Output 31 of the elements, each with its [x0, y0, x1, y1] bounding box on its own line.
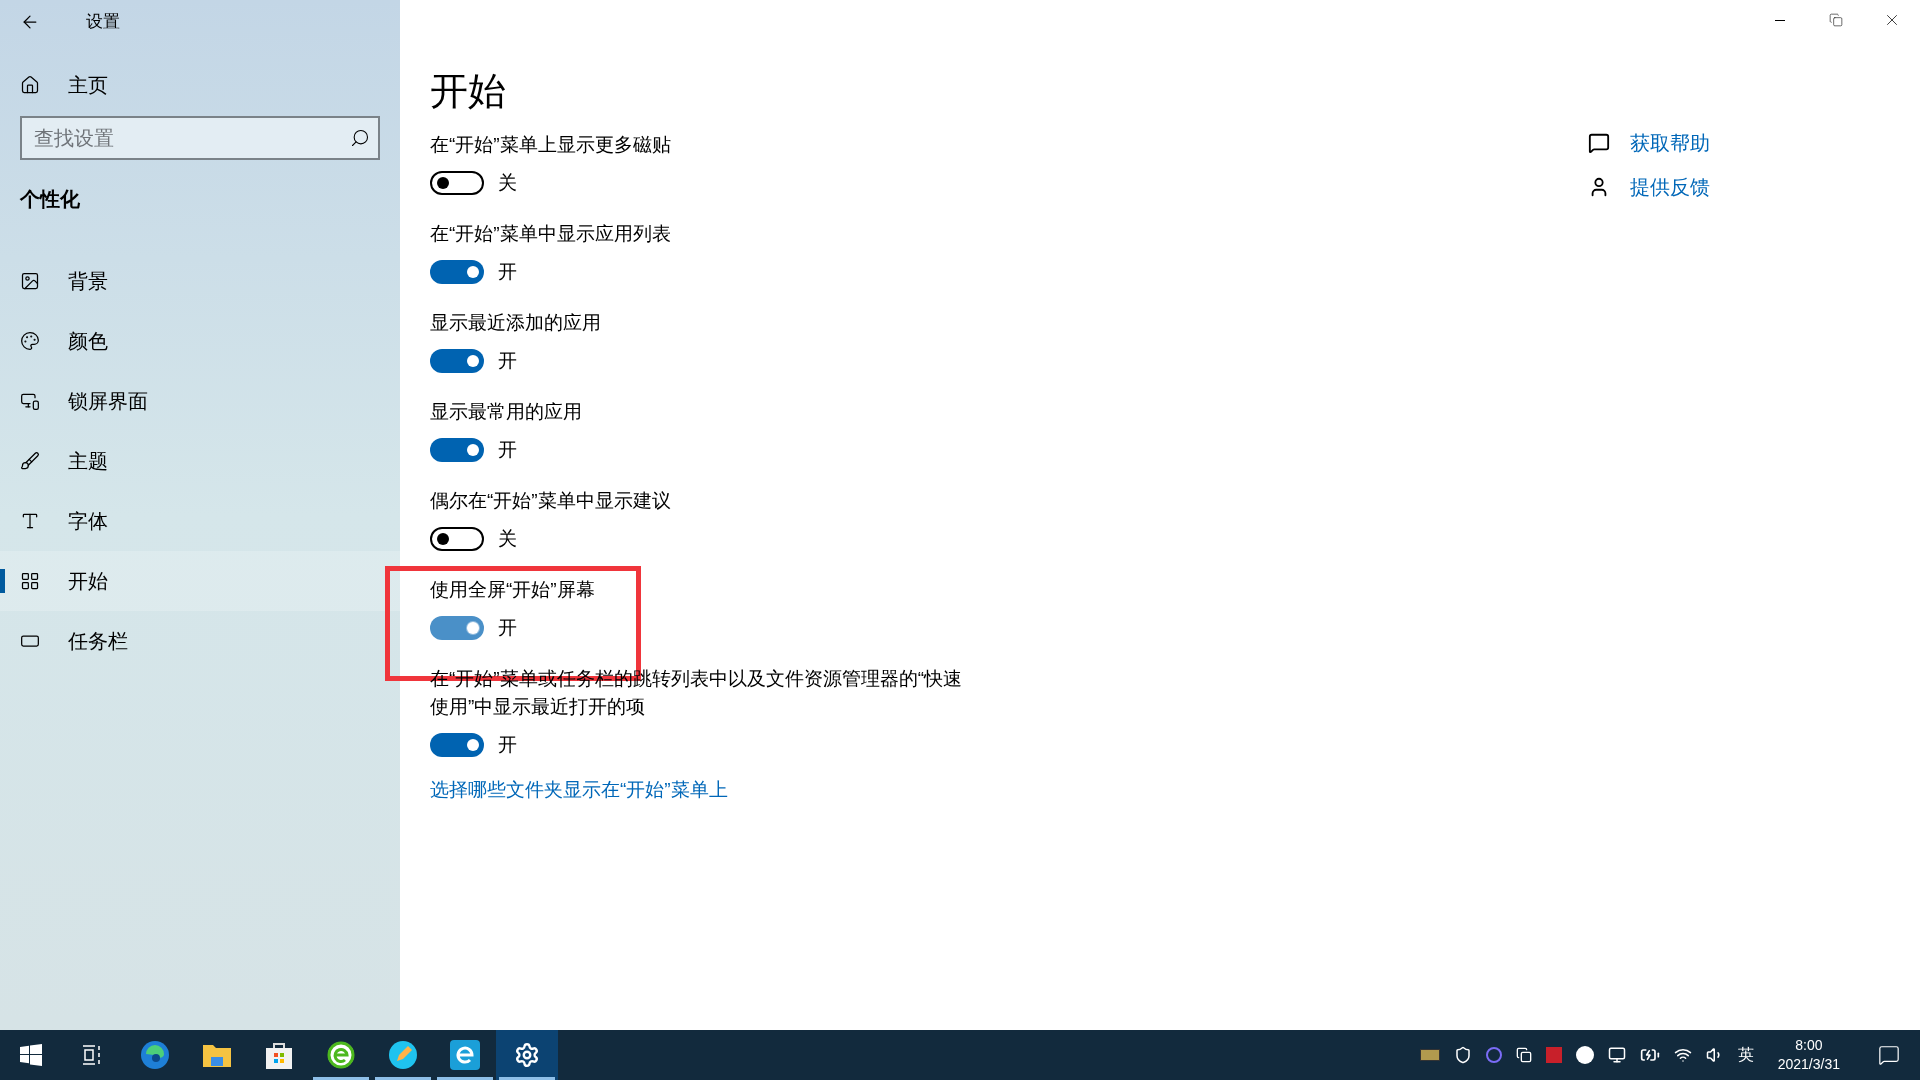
page-title: 开始: [430, 69, 507, 114]
nav-item[interactable]: 任务栏: [0, 611, 400, 671]
toggle-state: 关: [498, 170, 517, 195]
setting-label: 在“开始”菜单或任务栏的跳转列表中以及文件资源管理器的“快速使用”中显示最近打开的项: [430, 667, 962, 719]
setting-label: 偶尔在“开始”菜单中显示建议: [430, 489, 672, 513]
nav-item[interactable]: 主题: [0, 431, 400, 491]
setting-label: 显示最近添加的应用: [430, 311, 602, 335]
setting-label: 在“开始”菜单中显示应用列表: [430, 222, 672, 246]
clock[interactable]: 8:00 2021/3/31: [1767, 1036, 1850, 1074]
setting-label: 使用全屏“开始”屏幕: [430, 578, 596, 602]
setting-label: 显示最常用的应用: [430, 400, 583, 424]
help-link[interactable]: 提供反馈: [1630, 172, 1710, 202]
nav-item[interactable]: 开始: [0, 551, 400, 611]
setting-label: 在“开始”菜单上显示更多磁贴: [430, 133, 672, 157]
toggle-state: 开: [498, 732, 517, 757]
nav-item[interactable]: 颜色: [0, 311, 400, 371]
nav-item[interactable]: 字体: [0, 491, 400, 551]
toggle-state: 开: [498, 259, 517, 284]
input-method-indicator[interactable]: 英: [1737, 1043, 1754, 1067]
help-link[interactable]: 获取帮助: [1630, 128, 1710, 158]
toggle-state: 关: [498, 526, 517, 551]
toggle-state: 开: [498, 615, 517, 640]
home-link[interactable]: 主页: [0, 70, 400, 100]
nav-item[interactable]: 背景: [0, 251, 400, 311]
section-heading: 个性化: [19, 187, 81, 212]
folders-link[interactable]: 选择哪些文件夹显示在“开始”菜单上: [430, 776, 1400, 805]
toggle-state: 开: [498, 437, 517, 462]
window-title: 设置: [86, 11, 120, 34]
toggle-state: 开: [498, 348, 517, 373]
nav-item[interactable]: 锁屏界面: [0, 371, 400, 431]
search-field[interactable]: 查找设置: [20, 116, 380, 160]
